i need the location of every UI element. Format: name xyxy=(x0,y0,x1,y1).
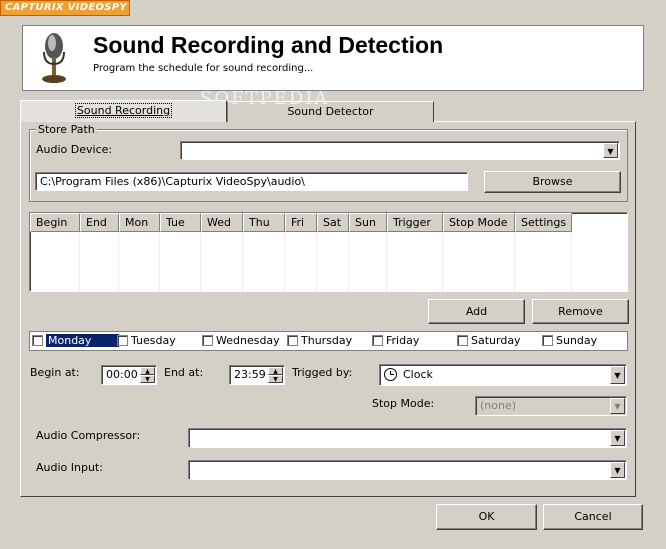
column-header[interactable]: Sun xyxy=(349,213,387,232)
column-header[interactable]: Trigger xyxy=(387,213,443,232)
stop-mode-label: Stop Mode: xyxy=(372,397,435,410)
end-time-spinner[interactable]: ▲ ▼ xyxy=(268,367,283,383)
day-label: Tuesday xyxy=(131,334,176,347)
chevron-down-icon[interactable]: ▼ xyxy=(610,430,625,446)
microphone-icon xyxy=(42,33,66,83)
checkbox-icon[interactable] xyxy=(202,335,213,346)
add-button[interactable]: Add xyxy=(428,299,525,324)
audio-device-select[interactable]: ▼ xyxy=(180,141,620,160)
end-at-label: End at: xyxy=(164,366,204,379)
trigged-by-select[interactable]: Clock ▼ xyxy=(379,364,627,386)
begin-at-label: Begin at: xyxy=(30,366,80,379)
store-path-input[interactable]: C:\Program Files (x86)\Capturix VideoSpy… xyxy=(35,172,468,191)
audio-compressor-label: Audio Compressor: xyxy=(36,429,141,442)
checkbox-icon[interactable] xyxy=(287,335,298,346)
stop-mode-select[interactable]: (none) ▼ xyxy=(475,396,627,416)
page-title: Sound Recording and Detection xyxy=(93,32,444,58)
chevron-down-icon[interactable]: ▼ xyxy=(610,398,625,414)
checkbox-icon[interactable] xyxy=(457,335,468,346)
checkbox-icon[interactable] xyxy=(117,335,128,346)
spin-down-icon[interactable]: ▼ xyxy=(268,375,283,383)
spin-down-icon[interactable]: ▼ xyxy=(140,375,155,383)
spin-up-icon[interactable]: ▲ xyxy=(268,367,283,375)
begin-time-spinner[interactable]: ▲ ▼ xyxy=(140,367,155,383)
begin-time-input[interactable]: 00:00 ▲ ▼ xyxy=(101,365,157,385)
day-label: Wednesday xyxy=(216,334,280,347)
clock-icon xyxy=(384,368,397,381)
day-thursday[interactable]: Thursday xyxy=(287,333,352,349)
spin-up-icon[interactable]: ▲ xyxy=(140,367,155,375)
stop-mode-value: (none) xyxy=(480,399,517,412)
header-panel: Sound Recording and Detection Program th… xyxy=(22,25,644,91)
day-tuesday[interactable]: Tuesday xyxy=(117,333,176,349)
day-saturday[interactable]: Saturday xyxy=(457,333,521,349)
day-sunday[interactable]: Sunday xyxy=(542,333,597,349)
day-monday[interactable]: Monday xyxy=(32,333,120,349)
day-wednesday[interactable]: Wednesday xyxy=(202,333,280,349)
day-label: Saturday xyxy=(471,334,521,347)
column-header[interactable]: Wed xyxy=(201,213,243,232)
column-header[interactable]: Stop Mode xyxy=(443,213,515,232)
browse-button[interactable]: Browse xyxy=(484,171,621,193)
trigged-by-value: Clock xyxy=(403,368,433,381)
column-header[interactable]: Sat xyxy=(317,213,349,232)
trigged-by-label: Trigged by: xyxy=(292,366,353,379)
audio-input-value xyxy=(189,463,193,476)
audio-compressor-select[interactable]: ▼ xyxy=(188,428,627,448)
day-label: Monday xyxy=(46,334,120,347)
page-subtitle: Program the schedule for sound recording… xyxy=(93,63,314,74)
column-header[interactable]: Settings xyxy=(515,213,572,232)
weekday-selector: Monday Tuesday Wednesday Thursday Friday… xyxy=(29,331,628,351)
chevron-down-icon[interactable]: ▼ xyxy=(603,143,618,158)
cancel-button[interactable]: Cancel xyxy=(543,504,643,530)
day-label: Thursday xyxy=(301,334,353,347)
column-header[interactable]: Thu xyxy=(243,213,285,232)
day-label: Friday xyxy=(386,334,420,347)
checkbox-icon[interactable] xyxy=(542,335,553,346)
day-friday[interactable]: Friday xyxy=(372,333,419,349)
audio-compressor-value xyxy=(189,431,193,444)
column-header[interactable]: Mon xyxy=(119,213,160,232)
column-header[interactable]: Tue xyxy=(160,213,201,232)
audio-input-label: Audio Input: xyxy=(36,461,103,474)
ok-button[interactable]: OK xyxy=(436,504,537,530)
column-header[interactable]: Fri xyxy=(285,213,317,232)
remove-button[interactable]: Remove xyxy=(532,299,629,324)
day-label: Sunday xyxy=(556,334,598,347)
checkbox-icon[interactable] xyxy=(372,335,383,346)
begin-time-value: 00:00 xyxy=(106,368,138,381)
checkbox-icon[interactable] xyxy=(32,335,43,346)
chevron-down-icon[interactable]: ▼ xyxy=(610,366,625,384)
app-brand-badge: CAPTURIX VIDEOSPY xyxy=(0,0,130,16)
schedule-table[interactable]: Begin End Mon Tue Wed Thu Fri Sat Sun Tr… xyxy=(29,212,628,292)
audio-input-select[interactable]: ▼ xyxy=(188,460,627,480)
column-header[interactable]: Begin xyxy=(30,213,80,232)
column-header[interactable]: End xyxy=(80,213,119,232)
table-header: Begin End Mon Tue Wed Thu Fri Sat Sun Tr… xyxy=(30,213,572,232)
tab-sound-recording[interactable]: Sound Recording xyxy=(20,100,227,122)
chevron-down-icon[interactable]: ▼ xyxy=(610,462,625,478)
tab-sound-recording-label: Sound Recording xyxy=(74,103,173,118)
audio-device-value xyxy=(181,144,185,157)
audio-device-label: Audio Device: xyxy=(36,143,113,156)
end-time-value: 23:59 xyxy=(234,368,266,381)
store-path-group-title: Store Path xyxy=(36,123,97,136)
table-body xyxy=(30,232,572,291)
end-time-input[interactable]: 23:59 ▲ ▼ xyxy=(229,365,285,385)
